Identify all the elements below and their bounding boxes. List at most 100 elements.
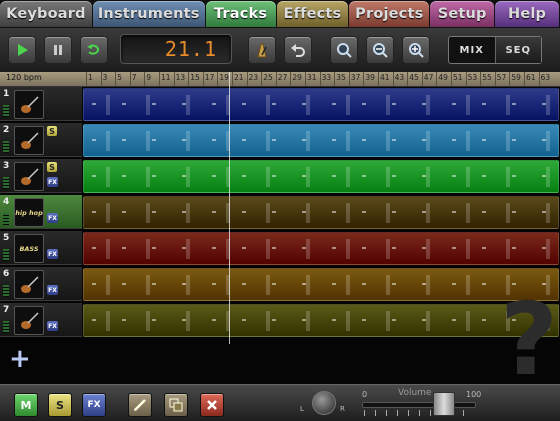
track-row[interactable]: 7 FX: [0, 303, 560, 337]
seq-button[interactable]: SEQ: [494, 37, 541, 63]
tab-effects[interactable]: Effects: [276, 1, 349, 27]
position-display: 21.1: [120, 34, 232, 64]
tab-setup[interactable]: Setup: [430, 1, 495, 27]
track-header[interactable]: 2S: [0, 123, 82, 157]
bass-guitar-icon[interactable]: [14, 270, 44, 299]
ruler-tick-line: [86, 72, 87, 86]
delete-button[interactable]: [200, 393, 224, 417]
tab-help[interactable]: Help: [495, 1, 560, 27]
fx-badge[interactable]: FX: [47, 321, 58, 331]
track-row[interactable]: 1: [0, 87, 560, 121]
volume-slider-track[interactable]: [362, 402, 476, 408]
ruler-tick-line: [524, 72, 525, 86]
ruler-tick-line: [202, 72, 204, 86]
track-header[interactable]: 1: [0, 87, 82, 121]
instrument-glyph: [21, 275, 39, 293]
solo-label: S: [56, 398, 64, 412]
ruler-tick-line: [290, 72, 292, 86]
ruler-tick-label: 47: [423, 73, 434, 82]
note-pattern: [84, 95, 558, 115]
mix-button[interactable]: MIX: [449, 37, 495, 63]
tab-help-label: Help: [508, 6, 547, 22]
track-header[interactable]: 4 hip hop FX: [0, 195, 82, 229]
ruler-tick-label: 11: [161, 73, 171, 82]
track-row[interactable]: 2S: [0, 123, 560, 157]
note-pattern: [84, 131, 558, 151]
track-row[interactable]: 6 FX: [0, 267, 560, 301]
track-row[interactable]: 3 S FX: [0, 159, 560, 193]
ruler-tick-line: [451, 72, 452, 86]
track-lane[interactable]: [83, 268, 559, 301]
track-header[interactable]: 6 FX: [0, 267, 82, 301]
transport-toolbar: 21.1 MIX SEQ: [0, 28, 560, 73]
solo-button[interactable]: S: [48, 393, 72, 417]
violin-icon[interactable]: [14, 306, 44, 335]
solo-badge[interactable]: S: [47, 162, 57, 172]
edit-button[interactable]: [128, 393, 152, 417]
ruler-tick-line: [509, 72, 511, 86]
playhead[interactable]: [229, 72, 230, 344]
solo-badge[interactable]: S: [47, 126, 57, 136]
tab-projects[interactable]: Projects: [349, 1, 430, 27]
track-lane[interactable]: [83, 88, 559, 121]
grand-piano-icon[interactable]: [14, 90, 44, 119]
track-row[interactable]: 4 hip hop FX: [0, 195, 560, 229]
tab-keyboard[interactable]: Keyboard: [0, 1, 92, 27]
track-level-meter: [3, 177, 9, 189]
track-level-meter: [3, 213, 9, 225]
track-lane[interactable]: [83, 124, 559, 157]
electric-guitar-icon[interactable]: [14, 126, 44, 155]
duplicate-button[interactable]: [164, 393, 188, 417]
fx-badge[interactable]: FX: [47, 285, 58, 295]
loop-button[interactable]: [80, 36, 108, 64]
note-pattern: [84, 203, 558, 223]
track-lane[interactable]: [83, 232, 559, 265]
track-level-meter: [3, 249, 9, 261]
add-track-button[interactable]: +: [9, 346, 31, 372]
zoom-out-button[interactable]: [366, 36, 394, 64]
ruler-tick-line: [261, 72, 263, 86]
mute-button[interactable]: M: [14, 393, 38, 417]
instrument-glyph: [21, 311, 39, 329]
fx-button[interactable]: FX: [82, 393, 106, 417]
metronome-button[interactable]: [248, 36, 276, 64]
track-header[interactable]: 3 S FX: [0, 159, 82, 193]
ruler-tick-line: [115, 72, 117, 86]
ruler-tick-label: 49: [438, 73, 448, 82]
ruler-tick-label: 13: [175, 73, 186, 82]
help-question-icon: ?: [500, 281, 559, 398]
track-header[interactable]: 7 FX: [0, 303, 82, 337]
zoom-fit-button[interactable]: [330, 36, 358, 64]
tab-effects-label: Effects: [283, 6, 342, 22]
play-button[interactable]: [8, 36, 36, 64]
acoustic-guitar-icon[interactable]: [14, 162, 44, 191]
fx-badge[interactable]: FX: [47, 213, 58, 223]
ruler-tick-label: 45: [409, 73, 419, 82]
track-lane[interactable]: [83, 304, 559, 337]
zoom-in-button[interactable]: [402, 36, 430, 64]
volume-ticks: [364, 410, 474, 416]
tab-tracks[interactable]: Tracks: [205, 1, 276, 27]
pause-button[interactable]: [44, 36, 72, 64]
ruler-tick-line: [319, 72, 321, 86]
volume-slider-knob[interactable]: [432, 392, 455, 416]
pan-knob[interactable]: [312, 391, 336, 415]
timeline-ruler[interactable]: 120 bpm 1 3 5 7 9 11 13 15 17 19 21 23 25 27 29 31 33 35 3…: [0, 72, 560, 87]
track-header[interactable]: 5 BASS FX: [0, 231, 82, 265]
track-lane[interactable]: [83, 196, 559, 229]
track-row[interactable]: 5 BASS FX: [0, 231, 560, 265]
fx-badge[interactable]: FX: [47, 249, 58, 259]
edit-pencil-icon: [134, 399, 146, 411]
undo-button[interactable]: [284, 36, 312, 64]
ruler-tick-line: [348, 72, 350, 86]
tab-instruments[interactable]: Instruments: [92, 1, 205, 27]
fx-badge[interactable]: FX: [47, 177, 58, 187]
bass-synth-icon[interactable]: BASS: [14, 234, 44, 263]
zoom-in-icon: [409, 43, 424, 58]
track-lane[interactable]: [83, 160, 559, 193]
note-pattern: [84, 103, 558, 105]
track-number: 4: [3, 197, 10, 207]
ruler-tick-line: [480, 72, 482, 86]
ruler-tick-label: 37: [350, 73, 361, 82]
hip-hop-drums-icon[interactable]: hip hop: [14, 198, 44, 227]
